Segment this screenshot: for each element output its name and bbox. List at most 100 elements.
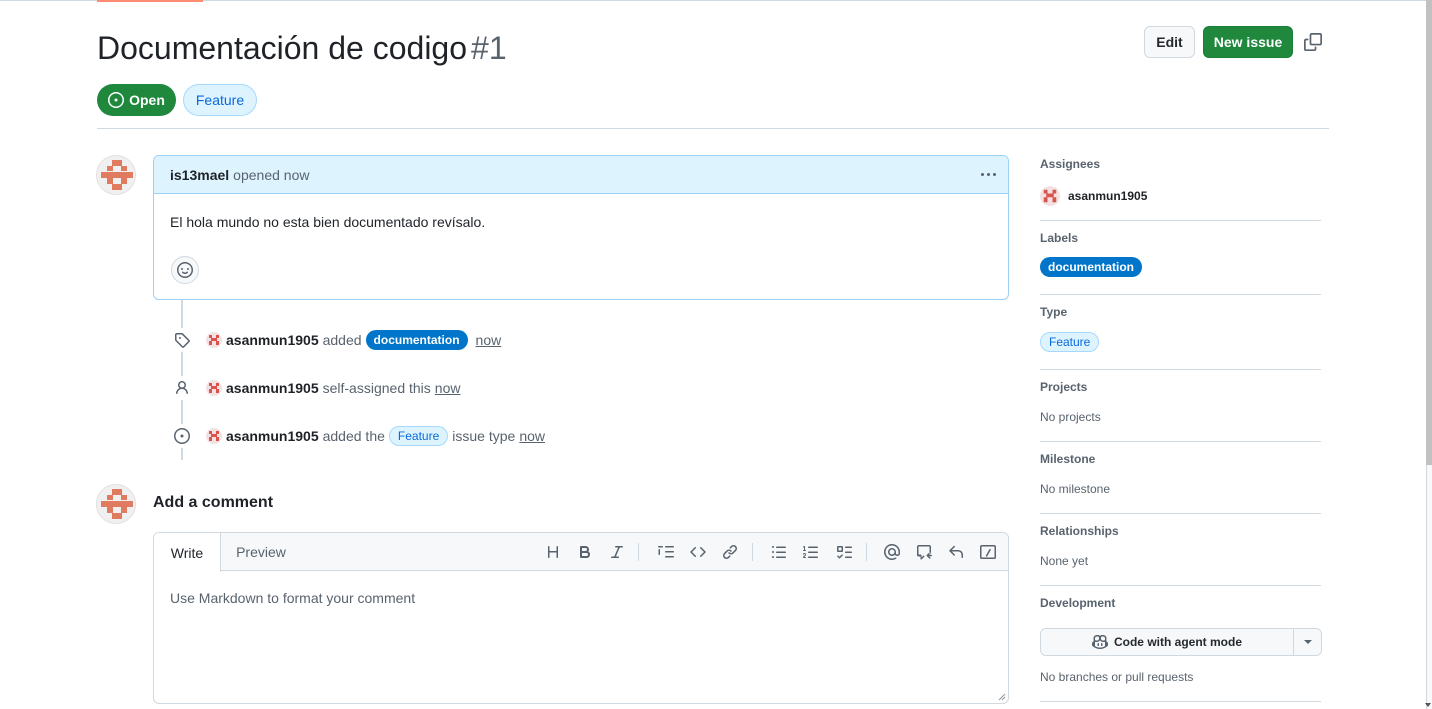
toolbar-divider: [866, 543, 867, 561]
sidebar-divider: [1040, 220, 1321, 221]
timeline-time[interactable]: now: [476, 332, 502, 348]
relationships-value: None yet: [1040, 554, 1089, 568]
add-comment-heading: Add a comment: [153, 494, 274, 511]
sidebar-milestone-title[interactable]: Milestone: [1040, 452, 1321, 466]
comment-header: is13mael opened now: [154, 156, 1008, 194]
top-border: [0, 0, 1426, 1]
avatar[interactable]: [96, 484, 136, 524]
header-divider: [97, 128, 1329, 129]
identicon-is13mael: [97, 156, 135, 194]
feature-type-label[interactable]: Feature: [388, 426, 449, 446]
sidebar-development: Development: [1040, 596, 1321, 610]
edit-button[interactable]: Edit: [1144, 26, 1195, 58]
feature-type-label[interactable]: Feature: [1040, 332, 1100, 352]
sidebar-assignees: Assignees asanmun1905: [1040, 157, 1321, 206]
avatar[interactable]: [96, 155, 136, 195]
mention-icon[interactable]: [881, 541, 903, 563]
code-with-agent-main[interactable]: Code with agent mode: [1041, 629, 1294, 655]
avatar[interactable]: [206, 380, 222, 396]
milestone-value: No milestone: [1040, 482, 1111, 496]
tab-write[interactable]: Write: [154, 533, 221, 572]
sidebar-relationships-title[interactable]: Relationships: [1040, 524, 1321, 538]
tag-icon: [170, 328, 194, 352]
issue-state-label: Open: [129, 92, 165, 108]
sidebar-type-title[interactable]: Type: [1040, 305, 1321, 319]
sidebar-divider: [1040, 585, 1321, 586]
resize-grip-icon[interactable]: [998, 693, 1006, 701]
active-tab-underline: [97, 0, 203, 2]
avatar: [1040, 186, 1060, 206]
sidebar-projects: Projects No projects: [1040, 380, 1321, 424]
scrollbar-thumb[interactable]: [1426, 0, 1432, 465]
code-with-agent-label: Code with agent mode: [1113, 635, 1242, 649]
issue-state-badge: Open: [97, 84, 176, 116]
ordered-list-icon[interactable]: [800, 541, 822, 563]
sidebar-divider: [1040, 294, 1321, 295]
agent-dropdown-button[interactable]: [1294, 629, 1321, 655]
timeline-action: added: [322, 332, 362, 348]
scrollbar[interactable]: [1425, 0, 1432, 709]
new-issue-button[interactable]: New issue: [1203, 26, 1293, 58]
toolbar-divider: [752, 543, 753, 561]
code-with-agent-button[interactable]: Code with agent mode: [1040, 628, 1322, 656]
smiley-icon: [177, 262, 193, 278]
comment-editor: Write Preview Use Markdown to format you…: [153, 532, 1009, 704]
timeline-time[interactable]: now: [519, 428, 545, 444]
timeline-event-type: asanmun1905 added the Feature issue type…: [170, 424, 545, 448]
reply-icon[interactable]: [945, 541, 967, 563]
avatar[interactable]: [206, 428, 222, 444]
add-reaction-button[interactable]: [171, 256, 199, 284]
avatar[interactable]: [206, 332, 222, 348]
timeline-event-assign: asanmun1905 self-assigned this now: [170, 376, 460, 400]
assignee-name: asanmun1905: [1068, 189, 1148, 203]
timeline-actor[interactable]: asanmun1905: [226, 380, 319, 396]
issue-type-badge[interactable]: Feature: [183, 84, 257, 116]
copy-icon[interactable]: [1304, 33, 1322, 51]
timeline-suffix: issue type: [452, 428, 516, 444]
issue-opened-icon: [170, 424, 194, 448]
tab-preview[interactable]: Preview: [221, 533, 301, 571]
comment-meta: opened now: [233, 166, 310, 183]
development-value: No branches or pull requests: [1040, 670, 1194, 684]
sidebar-divider: [1040, 369, 1321, 370]
sidebar-labels: Labels documentation: [1040, 231, 1321, 277]
quote-icon[interactable]: [655, 541, 677, 563]
sidebar-development-value: No branches or pull requests: [1040, 670, 1321, 684]
issue-open-icon: [108, 92, 125, 108]
sidebar-divider: [1040, 701, 1321, 702]
link-icon[interactable]: [719, 541, 741, 563]
sidebar-labels-title[interactable]: Labels: [1040, 231, 1321, 245]
issue-title-text: Documentación de codigo: [97, 30, 468, 66]
code-icon[interactable]: [687, 541, 709, 563]
timeline-time[interactable]: now: [435, 380, 461, 396]
task-list-icon[interactable]: [833, 541, 855, 563]
sidebar-assignees-title[interactable]: Assignees: [1040, 157, 1321, 171]
sidebar-projects-title[interactable]: Projects: [1040, 380, 1321, 394]
slash-commands-icon[interactable]: [977, 541, 999, 563]
comment-author[interactable]: is13mael: [170, 167, 229, 183]
timeline-action: self-assigned this: [322, 380, 431, 396]
sidebar-relationships: Relationships None yet: [1040, 524, 1321, 568]
toolbar-divider: [638, 543, 639, 561]
identicon-current-user: [97, 485, 135, 523]
cross-reference-icon[interactable]: [913, 541, 935, 563]
sidebar-development-title: Development: [1040, 596, 1116, 610]
timeline-event-label: asanmun1905 added documentation now: [170, 328, 501, 352]
unordered-list-icon[interactable]: [768, 541, 790, 563]
bold-icon[interactable]: [574, 541, 596, 563]
assignee-item[interactable]: asanmun1905: [1040, 186, 1321, 206]
documentation-label[interactable]: documentation: [1040, 257, 1142, 277]
scroll-down-arrow-icon[interactable]: [1425, 703, 1431, 707]
italic-icon[interactable]: [606, 541, 628, 563]
sidebar-milestone: Milestone No milestone: [1040, 452, 1321, 496]
timeline-action: added the: [322, 428, 385, 444]
sidebar-type: Type Feature: [1040, 305, 1321, 352]
issue-body-comment: is13mael opened now El hola mundo no est…: [153, 155, 1009, 300]
timeline-actor[interactable]: asanmun1905: [226, 332, 319, 348]
heading-icon[interactable]: [542, 541, 564, 563]
kebab-menu-icon[interactable]: [978, 164, 998, 184]
issue-title: Documentación de codigo #1: [97, 30, 507, 67]
timeline-actor[interactable]: asanmun1905: [226, 428, 319, 444]
comment-textarea[interactable]: Use Markdown to format your comment: [154, 572, 1008, 703]
documentation-label[interactable]: documentation: [365, 330, 468, 350]
